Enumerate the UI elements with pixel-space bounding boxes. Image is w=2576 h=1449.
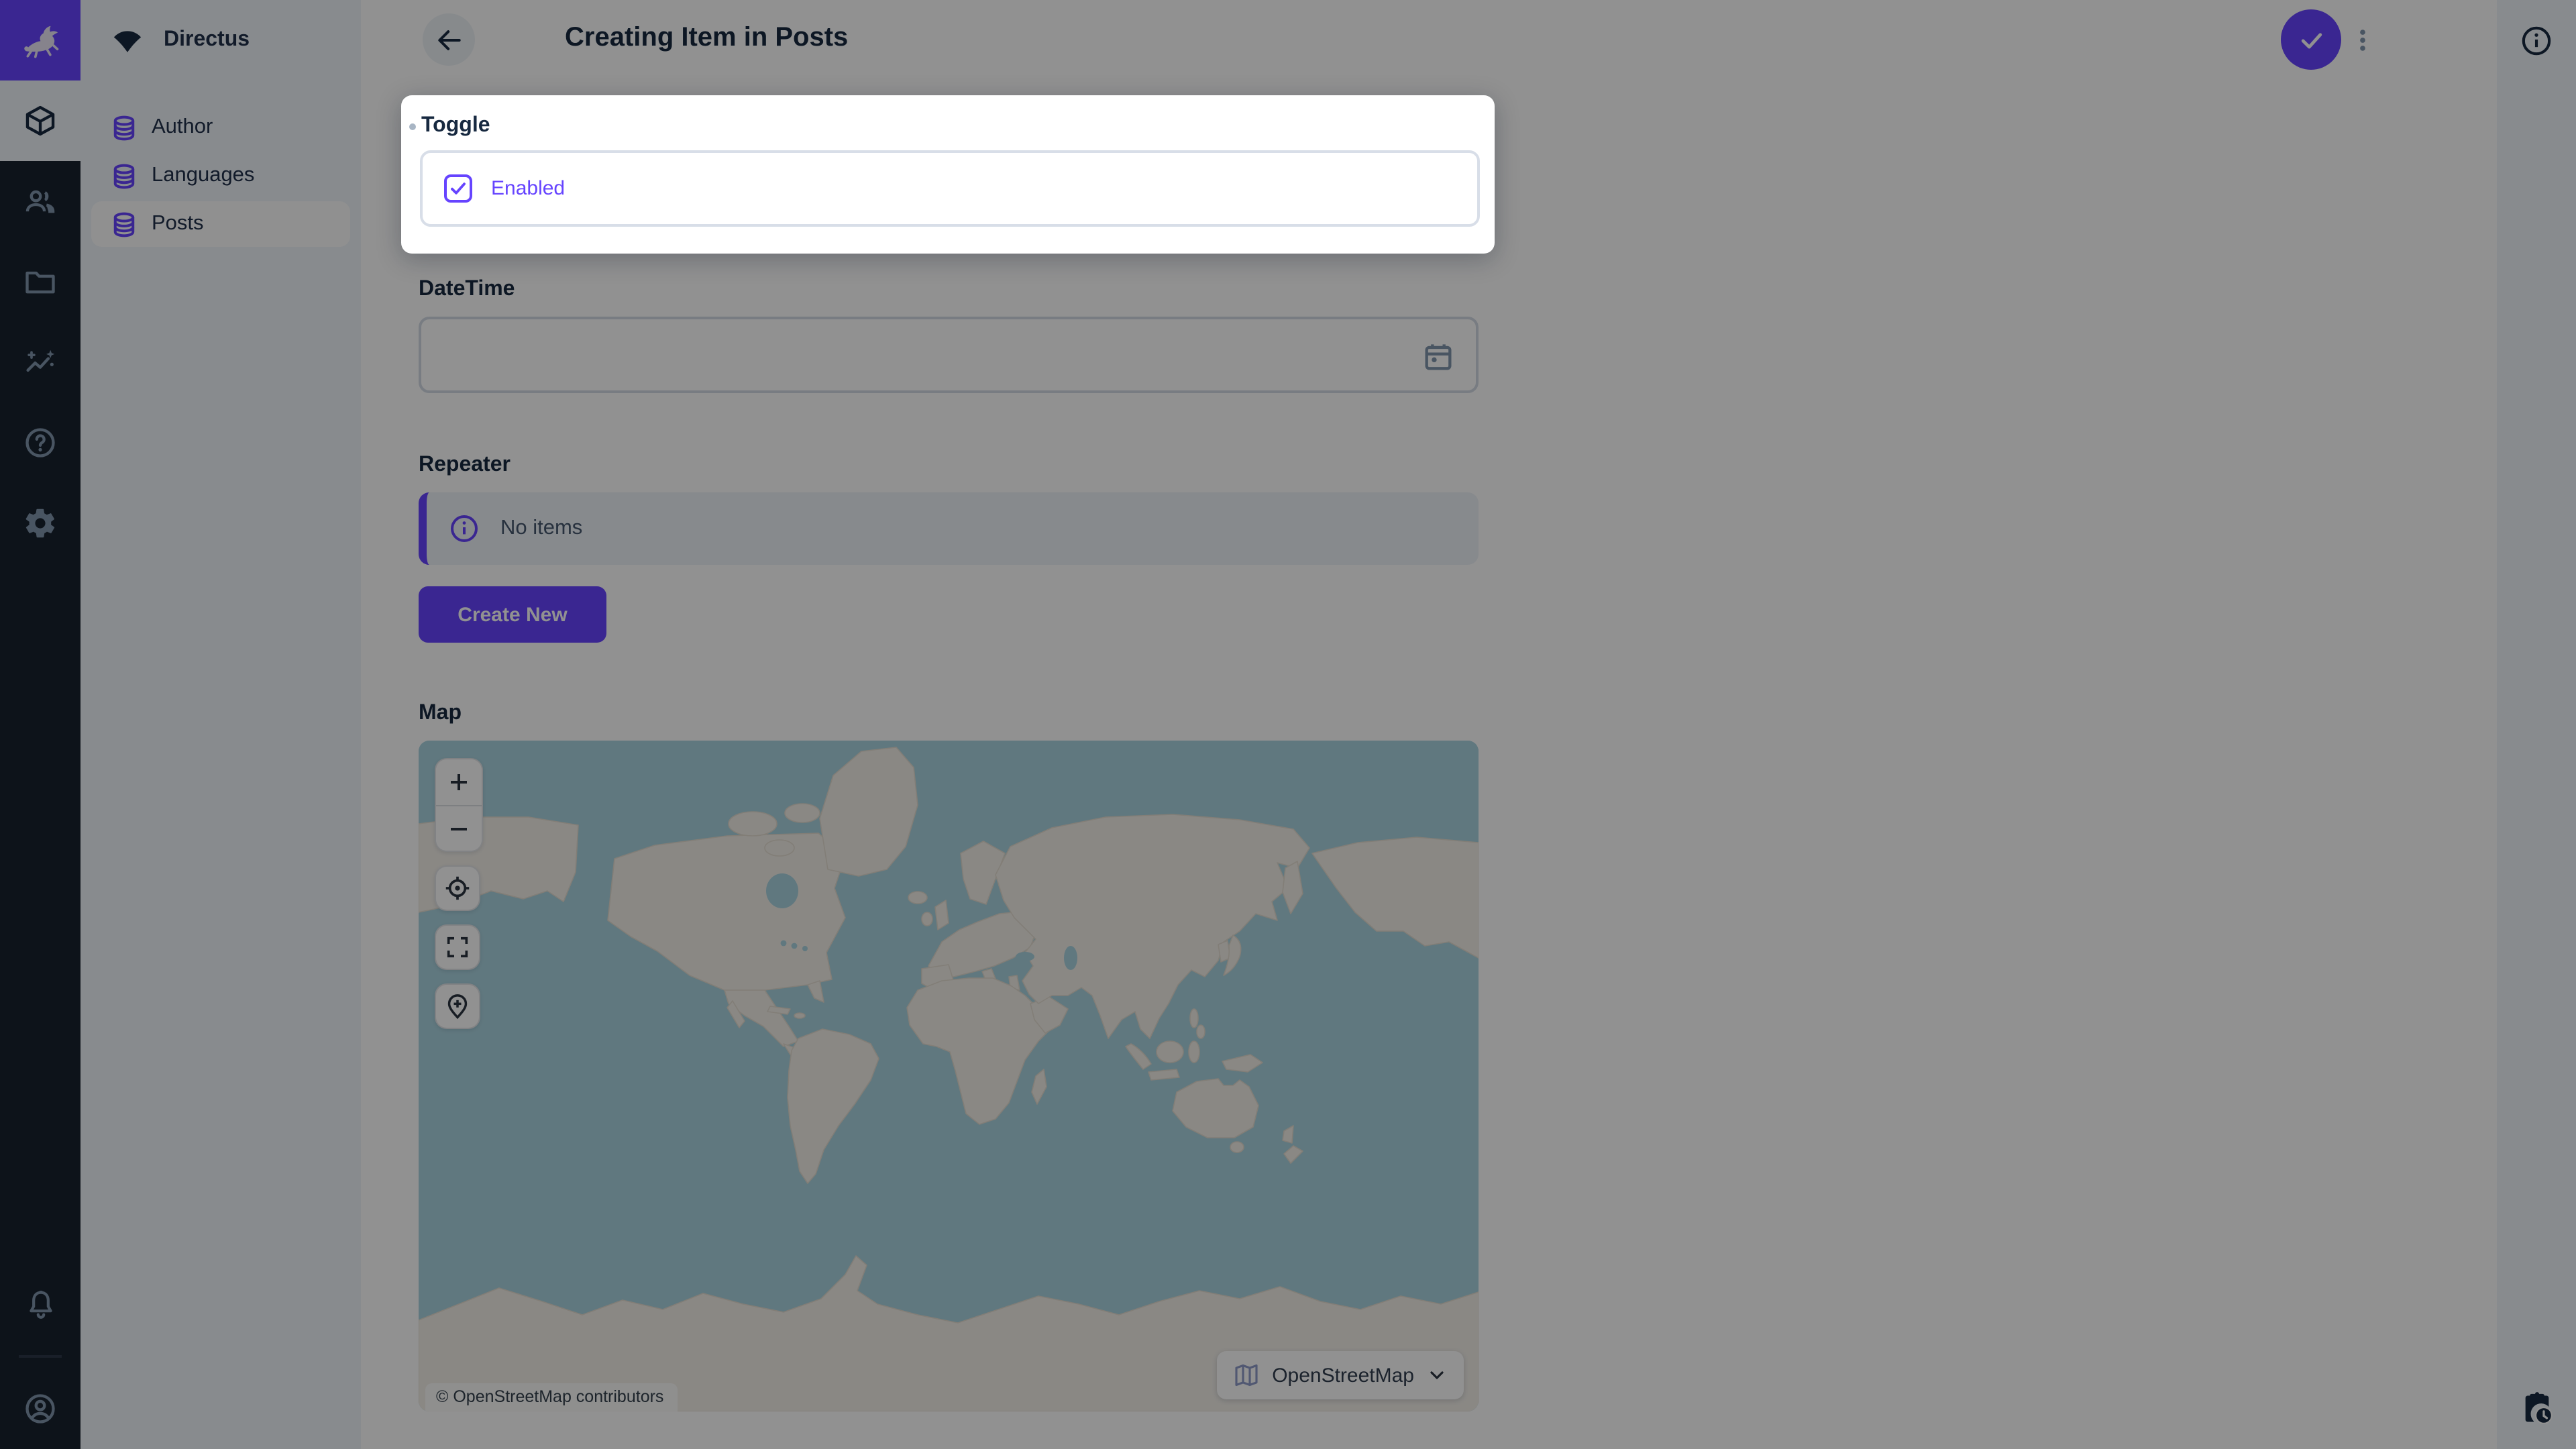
app-root: DateTime Repeater	[0, 0, 2576, 1449]
enabled-checkbox-label[interactable]: Enabled	[491, 177, 565, 200]
toggle-input[interactable]: Enabled	[420, 150, 1480, 227]
toggle-field-popup: Toggle Enabled	[401, 95, 1495, 254]
enabled-checkbox[interactable]	[444, 174, 472, 203]
edited-indicator-dot	[409, 123, 416, 130]
toggle-field-label: Toggle	[421, 114, 1480, 138]
